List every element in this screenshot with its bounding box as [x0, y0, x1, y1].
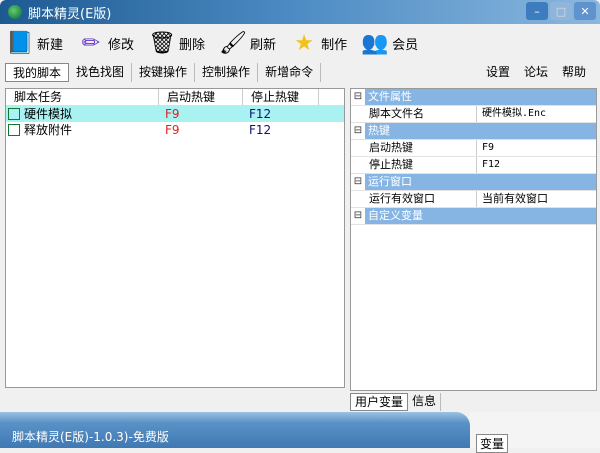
collapse-icon[interactable]: ⊟	[351, 89, 365, 105]
stop-hotkey: F12	[249, 107, 272, 121]
app-logo-icon	[8, 5, 22, 19]
window-title: 脚本精灵(E版)	[28, 6, 112, 22]
make-label: 制作	[321, 37, 348, 53]
new-label: 新建	[37, 37, 64, 53]
member-button[interactable]: 👥 会员	[361, 29, 418, 57]
tab-user-vars[interactable]: 用户变量	[350, 393, 409, 411]
script-list: 脚本任务 启动热键 停止热键 硬件模拟 F9 F12 释放附件 F9 F12	[5, 88, 345, 388]
edit-button[interactable]: ✏ 修改	[77, 29, 134, 57]
settings-link[interactable]: 设置	[486, 63, 510, 80]
category-run-window: 运行窗口	[365, 174, 596, 190]
refresh-brush-icon: 🖌	[219, 30, 248, 56]
start-hotkey: F9	[165, 123, 180, 137]
toolbar: 📘 新建 ✏ 修改 🗑 删除 🖌 刷新 ★ 制作 👥 会员	[6, 26, 418, 60]
edit-pen-icon: ✏	[81, 30, 101, 56]
collapse-icon[interactable]: ⊟	[351, 123, 365, 139]
script-checkbox[interactable]	[8, 108, 20, 120]
artifact-tab: 变量	[476, 434, 509, 453]
tab-key-ops[interactable]: 按键操作	[132, 63, 196, 82]
bottom-tabs: 用户变量 信息	[350, 393, 442, 411]
collapse-icon[interactable]: ⊟	[351, 174, 365, 190]
maximize-button[interactable]: □	[550, 2, 572, 20]
tab-info[interactable]: 信息	[408, 393, 442, 411]
property-row[interactable]: 脚本文件名 硬件模拟.Enc	[351, 106, 596, 123]
members-key-icon: 👥	[361, 30, 389, 56]
col-header-task[interactable]: 脚本任务	[6, 89, 159, 105]
status-bar: 脚本精灵(E版)-1.0.3)-免费版	[0, 412, 470, 448]
property-row[interactable]: 启动热键 F9	[351, 140, 596, 157]
help-link[interactable]: 帮助	[562, 63, 586, 80]
col-header-stop[interactable]: 停止热键	[243, 89, 319, 105]
category-file-props: 文件属性	[365, 89, 596, 105]
property-value[interactable]: 当前有效窗口	[477, 191, 548, 207]
script-row[interactable]: 释放附件 F9 F12	[6, 122, 344, 138]
property-key: 运行有效窗口	[365, 191, 477, 207]
tab-new-commands[interactable]: 新增命令	[258, 63, 322, 82]
render-artifact: 变量	[470, 412, 600, 453]
refresh-label: 刷新	[250, 37, 277, 53]
member-label: 会员	[392, 37, 419, 53]
property-value[interactable]: F12	[477, 157, 500, 173]
close-button[interactable]: ✕	[574, 2, 596, 20]
tab-my-scripts[interactable]: 我的脚本	[5, 63, 70, 82]
category-hotkeys: 热键	[365, 123, 596, 139]
tab-find-color[interactable]: 找色找图	[69, 63, 133, 82]
script-row[interactable]: 硬件模拟 F9 F12	[6, 106, 344, 122]
edit-label: 修改	[108, 37, 135, 53]
title-bar: 脚本精灵(E版) – □ ✕	[0, 0, 600, 24]
main-tabs: 我的脚本 找色找图 按键操作 控制操作 新增命令	[5, 63, 322, 82]
script-name: 释放附件	[24, 123, 73, 137]
tab-control-ops[interactable]: 控制操作	[195, 63, 259, 82]
col-header-start[interactable]: 启动热键	[159, 89, 243, 105]
delete-label: 删除	[179, 37, 206, 53]
property-row[interactable]: 运行有效窗口 当前有效窗口	[351, 191, 596, 208]
refresh-button[interactable]: 🖌 刷新	[219, 29, 276, 57]
stop-hotkey: F12	[249, 123, 272, 137]
property-value[interactable]: 硬件模拟.Enc	[477, 106, 546, 122]
status-text: 脚本精灵(E版)-1.0.3)-免费版	[12, 430, 169, 444]
start-hotkey: F9	[165, 107, 180, 121]
script-checkbox[interactable]	[8, 124, 20, 136]
category-custom-vars: 自定义变量	[365, 208, 596, 224]
minimize-button[interactable]: –	[526, 2, 548, 20]
collapse-icon[interactable]: ⊟	[351, 208, 365, 224]
property-key: 启动热键	[365, 140, 477, 156]
property-row[interactable]: 停止热键 F12	[351, 157, 596, 174]
new-book-icon: 📘	[6, 30, 34, 56]
make-button[interactable]: ★ 制作	[290, 29, 347, 57]
property-grid: ⊟ 文件属性 脚本文件名 硬件模拟.Enc ⊟ 热键 启动热键 F9 停止热键 F12 ⊟…	[350, 88, 597, 391]
recycle-bin-icon: 🗑	[148, 30, 176, 56]
property-value[interactable]: F9	[477, 140, 494, 156]
script-name: 硬件模拟	[24, 107, 73, 121]
forum-link[interactable]: 论坛	[524, 63, 548, 80]
property-key: 脚本文件名	[365, 106, 477, 122]
delete-button[interactable]: 🗑 删除	[148, 29, 205, 57]
star-icon: ★	[294, 30, 314, 56]
new-button[interactable]: 📘 新建	[6, 29, 63, 57]
property-key: 停止热键	[365, 157, 477, 173]
